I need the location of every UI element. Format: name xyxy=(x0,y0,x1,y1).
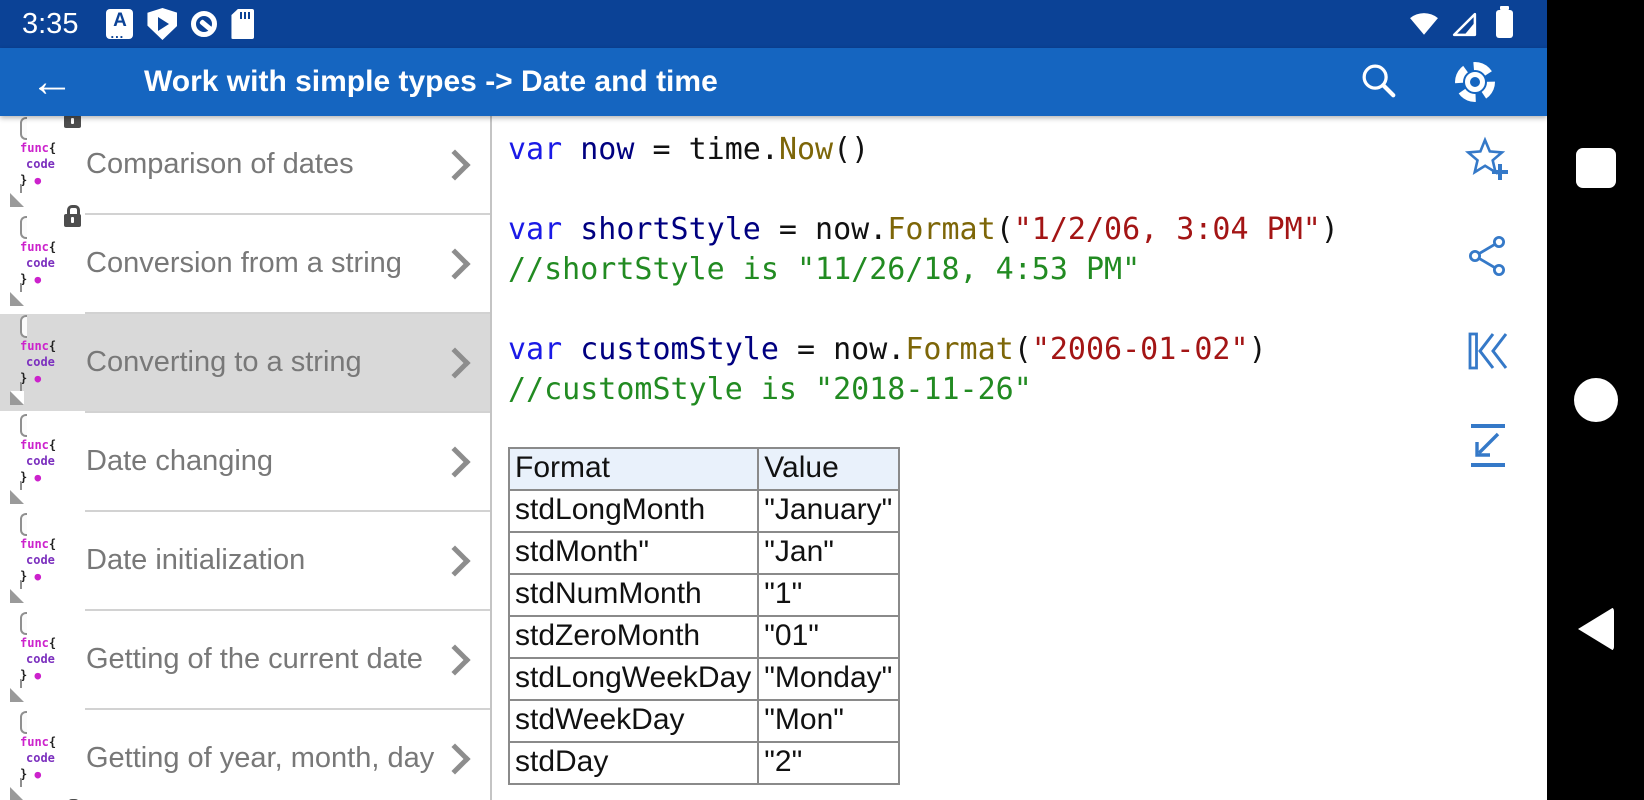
sidebar-item-label: Date changing xyxy=(86,445,274,477)
table-cell: "1" xyxy=(757,573,901,617)
code-line: //shortStyle is "11/26/18, 4:53 PM" xyxy=(508,252,1141,287)
format-table-header-cell: Value xyxy=(757,447,901,491)
home-button[interactable] xyxy=(1574,378,1618,422)
table-row: stdZeroMonth "01" xyxy=(507,615,901,659)
chevron-right-icon xyxy=(439,643,471,676)
lock-icon xyxy=(64,205,81,227)
back-button[interactable] xyxy=(1578,607,1614,651)
code-line: var now = time.Now() xyxy=(508,132,870,167)
share-icon[interactable] xyxy=(1464,232,1512,280)
sidebar-item[interactable]: func{ code } ● Converting to a string xyxy=(0,314,490,411)
code-line: var shortStyle = now.Format("1/2/06, 3:0… xyxy=(508,212,1339,247)
star-plus-icon[interactable] xyxy=(1464,136,1512,184)
table-row: stdWeekDay "Mon" xyxy=(507,699,901,743)
table-cell: "2" xyxy=(757,741,901,785)
table-cell: "Monday" xyxy=(757,657,901,701)
format-table-body: stdLongMonth "January" stdMonth" "Jan" stdNu… xyxy=(507,489,901,785)
app-bar: ← Work with simple types -> Date and tim… xyxy=(0,48,1547,116)
table-row: stdNumMonth "1" xyxy=(507,573,901,617)
table-cell: "01" xyxy=(757,615,901,659)
sidebar-item[interactable]: func{ code } ● Date changing xyxy=(0,413,490,510)
code-line: //customStyle is "2018-11-26" xyxy=(508,372,1032,407)
code-line: var customStyle = now.Format("2006-01-02… xyxy=(508,332,1267,367)
sidebar-item[interactable]: func{ code } ● Conversion from a string xyxy=(0,205,490,312)
table-row: stdLongWeekDay "Monday" xyxy=(507,657,901,701)
settings-gear-icon[interactable] xyxy=(1455,62,1495,102)
chevron-right-icon xyxy=(439,148,471,181)
status-bar: 3:35 A xyxy=(0,0,1547,48)
code-file-icon: func{ code } ● xyxy=(20,711,72,800)
sidebar-item-label: Comparison of dates xyxy=(86,148,354,180)
table-cell: "January" xyxy=(757,489,901,533)
lock-icon xyxy=(64,116,81,128)
chevron-right-icon xyxy=(439,445,471,478)
search-icon[interactable] xyxy=(1357,59,1399,106)
skip-to-start-icon[interactable] xyxy=(1464,327,1512,375)
sidebar-item-label: Getting of the current date xyxy=(86,643,423,675)
chevron-right-icon xyxy=(439,247,471,280)
page-title: Work with simple types -> Date and time xyxy=(144,65,718,98)
table-cell: stdDay xyxy=(507,741,760,785)
code-file-icon: func{ code } ● xyxy=(20,513,72,603)
chevron-right-icon xyxy=(439,742,471,775)
sidebar-item[interactable]: func{ code } ● Getting of the current da… xyxy=(0,611,490,708)
table-cell: stdLongWeekDay xyxy=(507,657,760,701)
code-area: var now = time.Now() var shortStyle = now… xyxy=(508,130,1339,450)
format-table: Format Value stdLongMonth "January" stdMont… xyxy=(507,447,901,785)
sidebar-item-label: Conversion from a string xyxy=(86,247,402,279)
sidebar-item-label: Converting to a string xyxy=(86,346,362,378)
wifi-icon xyxy=(1409,11,1439,37)
code-file-icon: func{ code } ● xyxy=(20,216,72,306)
code-file-icon: func{ code } ● xyxy=(20,117,72,207)
sidebar-item[interactable]: func{ code } ● Getting of year, month, d… xyxy=(0,710,490,800)
code-file-icon: func{ code } ● xyxy=(20,315,72,405)
table-cell: stdNumMonth xyxy=(507,573,760,617)
table-cell: "Jan" xyxy=(757,531,901,575)
autofill-a-icon: A xyxy=(106,9,134,46)
battery-icon xyxy=(1496,6,1513,38)
code-file-icon: func{ code } ● xyxy=(20,414,72,504)
android-q-icon xyxy=(191,11,218,37)
table-cell: stdWeekDay xyxy=(507,699,760,743)
table-cell: stdMonth" xyxy=(507,531,760,575)
code-file-icon: func{ code } ● xyxy=(20,612,72,702)
table-cell: stdZeroMonth xyxy=(507,615,760,659)
play-protect-icon xyxy=(147,8,178,40)
app-screen: 3:35 A ← Work with simple types -> Date … xyxy=(0,0,1644,800)
table-row: stdLongMonth "January" xyxy=(507,489,901,533)
recents-button[interactable] xyxy=(1576,148,1616,188)
clock: 3:35 xyxy=(22,7,79,40)
chevron-right-icon xyxy=(439,544,471,577)
table-cell: "Mon" xyxy=(757,699,901,743)
table-cell: stdLongMonth xyxy=(507,489,760,533)
sd-card-icon xyxy=(231,9,255,39)
sidebar-item-label: Getting of year, month, day xyxy=(86,742,435,774)
table-row: stdMonth" "Jan" xyxy=(507,531,901,575)
format-table-header-cell: Format xyxy=(507,447,760,491)
back-arrow-icon[interactable]: ← xyxy=(30,60,80,104)
table-row: stdDay "2" xyxy=(507,741,901,785)
cell-signal-icon xyxy=(1451,11,1478,38)
android-nav-bar xyxy=(1547,0,1644,800)
format-table-header-row: Format Value xyxy=(507,447,901,491)
chevron-right-icon xyxy=(439,346,471,379)
jump-to-end-icon[interactable] xyxy=(1464,422,1512,470)
sidebar-list: func{ code } ● Comparison of dates func{… xyxy=(0,116,492,800)
sidebar-item[interactable]: func{ code } ● Comparison of dates xyxy=(0,116,490,213)
sidebar-item[interactable]: func{ code } ● Date initialization xyxy=(0,512,490,609)
sidebar-item-label: Date initialization xyxy=(86,544,306,576)
